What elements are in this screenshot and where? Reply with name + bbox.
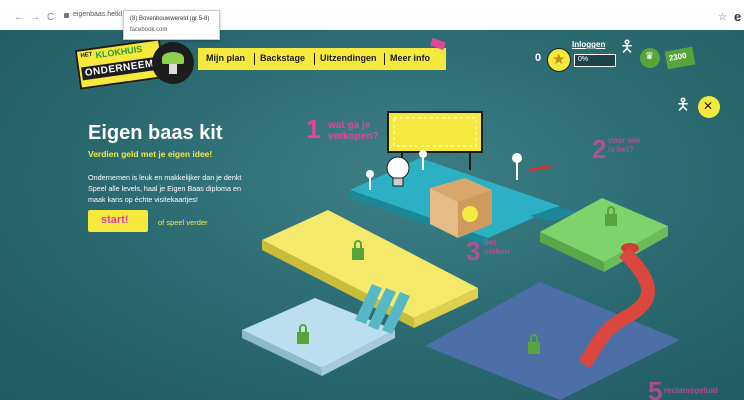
step-3-label: het maken <box>484 238 510 256</box>
menu-divider <box>254 53 255 65</box>
page-title: Eigen baas kit <box>88 122 223 144</box>
forward-button[interactable]: → <box>30 12 40 23</box>
progress-bar: 0% <box>574 54 616 67</box>
trophy-icon[interactable]: ♛ <box>640 48 660 68</box>
start-button[interactable]: start! <box>88 210 148 232</box>
lock-icon <box>64 13 69 18</box>
game-area: 1 wat ga je verkopen? 2 voor wie is het?… <box>0 30 744 400</box>
platform-green[interactable] <box>540 198 668 262</box>
main-menu: Mijn plan Backstage Uitzendingen Meer in… <box>198 48 446 70</box>
score-value: 0 <box>535 52 542 64</box>
menu-item-backstage[interactable]: Backstage <box>260 53 305 63</box>
mushroom-badge-icon <box>152 42 194 84</box>
sound-mute-button[interactable]: ✕ <box>698 96 720 118</box>
reload-button[interactable]: C <box>47 12 54 23</box>
browser-toolbar: ← → C eigenbaas.hetkl ☆ e <box>0 0 744 31</box>
mute-icon: ✕ <box>703 99 714 113</box>
bookmark-star-icon[interactable]: ☆ <box>718 12 727 23</box>
page-subtitle: Verdien geld met je eigen idee! <box>88 149 213 159</box>
person-icon: 🯅 <box>620 39 635 56</box>
progress-label: 0% <box>578 56 589 63</box>
profile-icon[interactable]: e <box>734 9 741 24</box>
menu-item-mijn-plan[interactable]: Mijn plan <box>206 53 245 63</box>
person-icon: 🯅 <box>676 97 691 114</box>
login-link[interactable]: Inloggen <box>572 40 605 49</box>
star-icon: ★ <box>547 48 571 72</box>
tab-tooltip: (8) Bovenbouwwereld (gr 5-8) facebook.co… <box>123 10 220 40</box>
step-5-label: reclamegeluid <box>664 386 718 395</box>
step-2-label: voor wie is het? <box>608 136 641 154</box>
start-button-label: start! <box>101 214 129 226</box>
menu-item-meer-info[interactable]: Meer info <box>390 53 430 63</box>
continue-playing-link[interactable]: of speel verder <box>158 218 208 227</box>
step-1-number: 1 <box>306 114 321 144</box>
step-1-label: wat ga je verkopen? <box>328 120 379 142</box>
step-3-number: 3 <box>466 236 481 266</box>
tooltip-domain: facebook.com <box>130 27 168 33</box>
address-bar[interactable]: eigenbaas.hetkl <box>73 11 122 18</box>
coins-value: 2300 <box>668 50 688 63</box>
menu-item-uitzendingen[interactable]: Uitzendingen <box>320 53 377 63</box>
back-button[interactable]: ← <box>14 12 24 23</box>
menu-divider <box>314 53 315 65</box>
tooltip-title: (8) Bovenbouwwereld (gr 5-8) <box>130 16 210 22</box>
menu-divider <box>384 53 385 65</box>
intro-description: Ondernemen is leuk en makkelijker dan je… <box>88 173 242 204</box>
step-5-number: 5 <box>648 376 663 400</box>
step-2-number: 2 <box>592 134 607 164</box>
